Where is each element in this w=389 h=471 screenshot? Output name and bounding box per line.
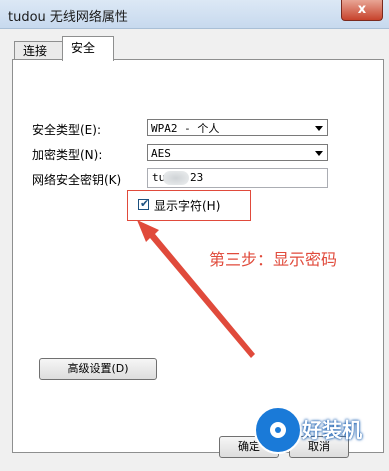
close-icon: x (357, 2, 367, 17)
security-panel: 安全类型(E): WPA2 - 个人 加密类型(N): AES 网络安全密钥(K… (12, 59, 384, 453)
window-title: tudou 无线网络属性 (8, 10, 128, 25)
watermark-text: 好装机 (302, 418, 362, 442)
tab-security[interactable]: 安全 (62, 36, 114, 61)
annotation-text: 第三步：显示密码 (209, 250, 338, 269)
title-bar: tudou 无线网络属性 x (0, 0, 389, 29)
eye-logo-icon (254, 406, 302, 454)
advanced-settings-button[interactable]: 高级设置(D) (39, 358, 157, 380)
tab-connection[interactable]: 连接 (14, 41, 66, 61)
close-button[interactable]: x (341, 0, 383, 21)
watermark-logo: 好装机 (246, 400, 386, 466)
